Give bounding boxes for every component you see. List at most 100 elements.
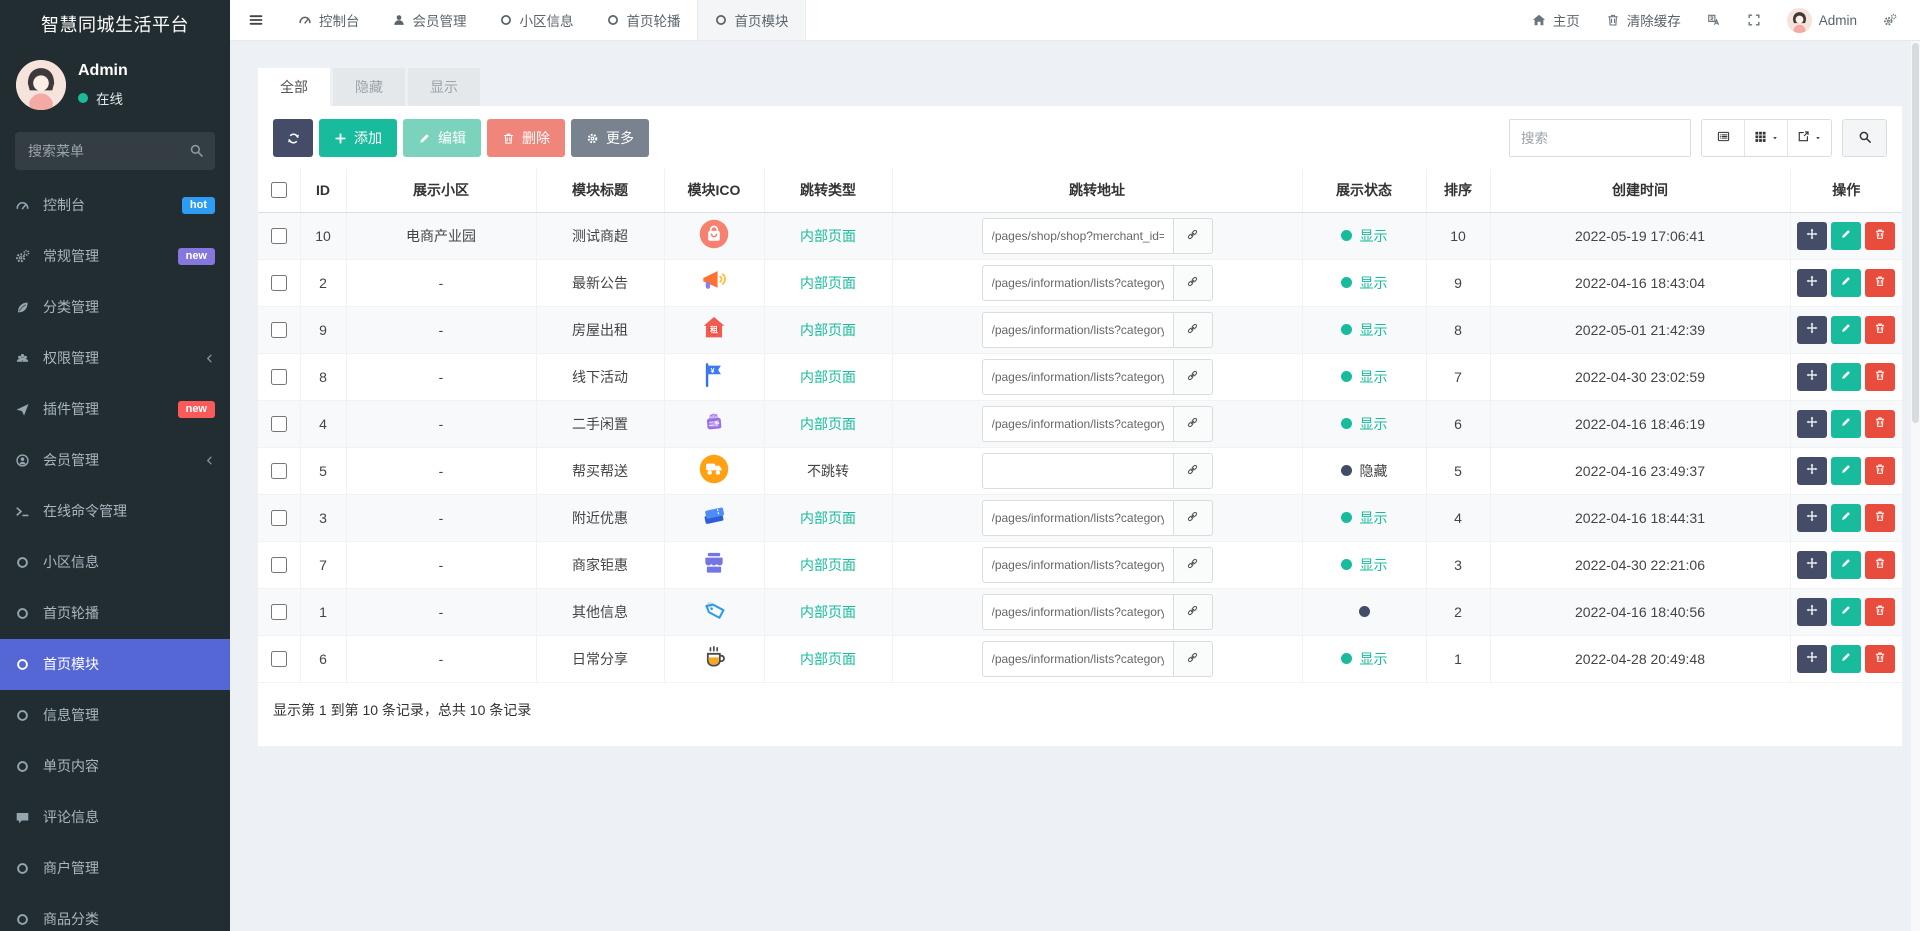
jump-url-input[interactable] bbox=[981, 593, 1174, 630]
sidebar-item-page[interactable]: 单页内容 bbox=[0, 741, 230, 792]
settings-button[interactable] bbox=[1870, 0, 1910, 40]
filter-tab-1[interactable]: 隐藏 bbox=[333, 68, 405, 106]
status-badge[interactable]: 显示 bbox=[1340, 649, 1388, 669]
row-checkbox[interactable] bbox=[271, 556, 288, 573]
url-link-button[interactable] bbox=[1173, 311, 1213, 348]
topnav-tab-console[interactable]: 控制台 bbox=[282, 0, 376, 40]
sidebar-item-comment[interactable]: 评论信息 bbox=[0, 792, 230, 843]
row-delete-button[interactable] bbox=[1865, 644, 1896, 673]
sidebar-item-information[interactable]: 信息管理 bbox=[0, 690, 230, 741]
row-drag-button[interactable] bbox=[1797, 362, 1828, 391]
row-delete-button[interactable] bbox=[1865, 221, 1896, 250]
row-checkbox[interactable] bbox=[271, 415, 288, 432]
url-link-button[interactable] bbox=[1173, 358, 1213, 395]
jump-url-input[interactable] bbox=[981, 358, 1174, 395]
row-drag-button[interactable] bbox=[1797, 221, 1828, 250]
row-drag-button[interactable] bbox=[1797, 315, 1828, 344]
status-badge[interactable]: 隐藏 bbox=[1340, 461, 1388, 481]
row-drag-button[interactable] bbox=[1797, 503, 1828, 532]
url-link-button[interactable] bbox=[1173, 640, 1213, 677]
sidebar-item-category[interactable]: 分类管理 bbox=[0, 282, 230, 333]
sidebar-item-console[interactable]: 控制台 hot bbox=[0, 180, 230, 231]
status-badge[interactable] bbox=[1358, 605, 1370, 617]
row-delete-button[interactable] bbox=[1865, 550, 1896, 579]
row-drag-button[interactable] bbox=[1797, 550, 1828, 579]
sidebar-item-addon[interactable]: 插件管理 new bbox=[0, 384, 230, 435]
row-checkbox[interactable] bbox=[271, 462, 288, 479]
jump-url-input[interactable] bbox=[981, 452, 1174, 489]
url-link-button[interactable] bbox=[1173, 217, 1213, 254]
filter-tab-0[interactable]: 全部 bbox=[258, 68, 330, 106]
row-edit-button[interactable] bbox=[1831, 362, 1862, 391]
topnav-tab-community[interactable]: 小区信息 bbox=[483, 0, 590, 40]
language-button[interactable] bbox=[1694, 0, 1734, 40]
status-badge[interactable]: 显示 bbox=[1340, 414, 1388, 434]
select-all-checkbox[interactable] bbox=[271, 182, 288, 199]
row-edit-button[interactable] bbox=[1831, 597, 1862, 626]
sidebar-item-module[interactable]: 首页模块 bbox=[0, 639, 230, 690]
row-checkbox[interactable] bbox=[271, 603, 288, 620]
jump-url-input[interactable] bbox=[981, 499, 1174, 536]
row-delete-button[interactable] bbox=[1865, 456, 1896, 485]
sidebar-item-command[interactable]: 在线命令管理 bbox=[0, 486, 230, 537]
url-link-button[interactable] bbox=[1173, 546, 1213, 583]
row-drag-button[interactable] bbox=[1797, 597, 1828, 626]
search-icon[interactable] bbox=[189, 143, 204, 158]
status-badge[interactable]: 显示 bbox=[1340, 367, 1388, 387]
row-checkbox[interactable] bbox=[271, 509, 288, 526]
row-checkbox[interactable] bbox=[271, 274, 288, 291]
detail-view-button[interactable] bbox=[1702, 120, 1745, 156]
row-delete-button[interactable] bbox=[1865, 409, 1896, 438]
row-drag-button[interactable] bbox=[1797, 409, 1828, 438]
export-button[interactable] bbox=[1788, 120, 1831, 156]
row-edit-button[interactable] bbox=[1831, 221, 1862, 250]
status-badge[interactable]: 显示 bbox=[1340, 273, 1388, 293]
jump-url-input[interactable] bbox=[981, 264, 1174, 301]
search-toggle-button[interactable] bbox=[1842, 119, 1887, 157]
url-link-button[interactable] bbox=[1173, 499, 1213, 536]
status-badge[interactable]: 显示 bbox=[1340, 226, 1388, 246]
home-button[interactable]: 主页 bbox=[1519, 0, 1593, 40]
row-checkbox[interactable] bbox=[271, 227, 288, 244]
row-edit-button[interactable] bbox=[1831, 456, 1862, 485]
row-delete-button[interactable] bbox=[1865, 315, 1896, 344]
sidebar-item-banner[interactable]: 首页轮播 bbox=[0, 588, 230, 639]
sidebar-item-community[interactable]: 小区信息 bbox=[0, 537, 230, 588]
row-delete-button[interactable] bbox=[1865, 362, 1896, 391]
clear-cache-button[interactable]: 清除缓存 bbox=[1593, 0, 1694, 40]
row-drag-button[interactable] bbox=[1797, 644, 1828, 673]
sidebar-item-goods[interactable]: 商品分类 bbox=[0, 894, 230, 931]
more-button[interactable]: 更多 bbox=[571, 119, 649, 157]
add-button[interactable]: 添加 bbox=[319, 119, 397, 157]
refresh-button[interactable] bbox=[273, 119, 313, 157]
hamburger-menu-icon[interactable] bbox=[230, 0, 282, 40]
filter-tab-2[interactable]: 显示 bbox=[408, 68, 480, 106]
row-checkbox[interactable] bbox=[271, 321, 288, 338]
row-edit-button[interactable] bbox=[1831, 268, 1862, 297]
row-edit-button[interactable] bbox=[1831, 503, 1862, 532]
sidebar-item-auth[interactable]: 权限管理 bbox=[0, 333, 230, 384]
status-badge[interactable]: 显示 bbox=[1340, 555, 1388, 575]
jump-url-input[interactable] bbox=[981, 311, 1174, 348]
edit-button[interactable]: 编辑 bbox=[403, 119, 481, 157]
user-menu[interactable]: Admin bbox=[1774, 0, 1870, 40]
sidebar-item-general[interactable]: 常规管理 new bbox=[0, 231, 230, 282]
row-edit-button[interactable] bbox=[1831, 644, 1862, 673]
row-delete-button[interactable] bbox=[1865, 503, 1896, 532]
status-badge[interactable]: 显示 bbox=[1340, 508, 1388, 528]
fullscreen-button[interactable] bbox=[1734, 0, 1774, 40]
row-drag-button[interactable] bbox=[1797, 456, 1828, 485]
url-link-button[interactable] bbox=[1173, 405, 1213, 442]
row-drag-button[interactable] bbox=[1797, 268, 1828, 297]
topnav-tab-banner[interactable]: 首页轮播 bbox=[590, 0, 697, 40]
sidebar-item-member[interactable]: 会员管理 bbox=[0, 435, 230, 486]
jump-url-input[interactable] bbox=[981, 217, 1174, 254]
topnav-tab-module[interactable]: 首页模块 bbox=[696, 0, 806, 40]
row-delete-button[interactable] bbox=[1865, 597, 1896, 626]
row-edit-button[interactable] bbox=[1831, 550, 1862, 579]
status-badge[interactable]: 显示 bbox=[1340, 320, 1388, 340]
scrollbar-thumb[interactable] bbox=[1912, 43, 1919, 423]
topnav-tab-member[interactable]: 会员管理 bbox=[376, 0, 483, 40]
row-checkbox[interactable] bbox=[271, 368, 288, 385]
menu-search-input[interactable] bbox=[15, 132, 215, 170]
